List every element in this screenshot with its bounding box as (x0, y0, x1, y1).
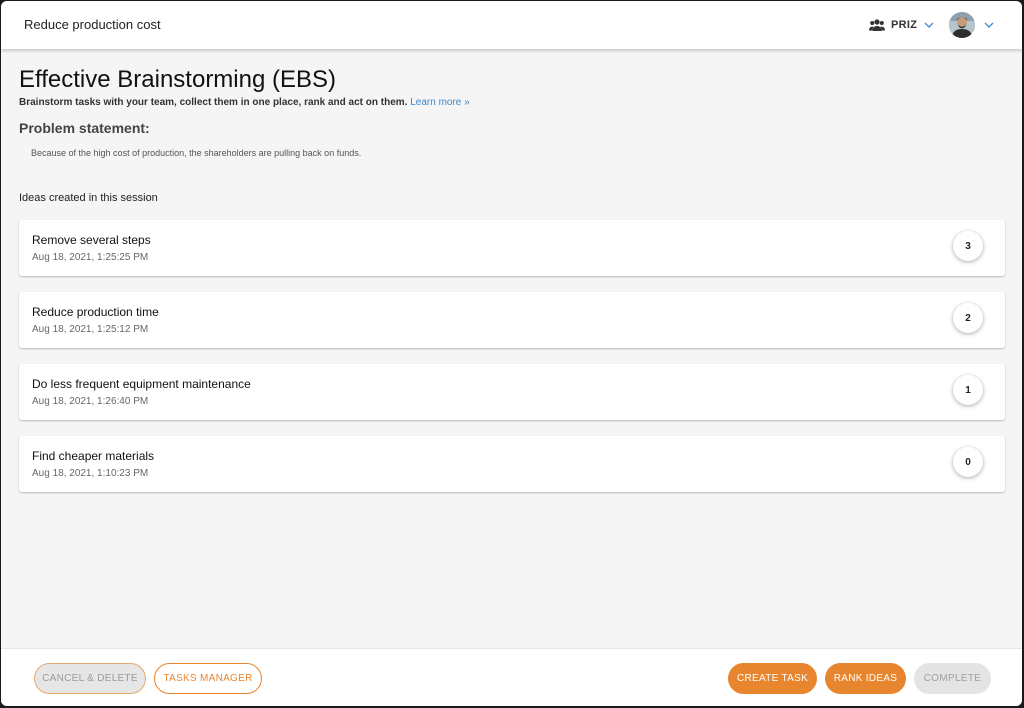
idea-rank-badge: 2 (953, 303, 983, 333)
idea-card[interactable]: Reduce production time Aug 18, 2021, 1:2… (19, 292, 1005, 348)
idea-card[interactable]: Do less frequent equipment maintenance A… (19, 364, 1005, 420)
idea-card[interactable]: Remove several steps Aug 18, 2021, 1:25:… (19, 220, 1005, 276)
ideas-list: Remove several steps Aug 18, 2021, 1:25:… (19, 220, 1005, 508)
complete-button[interactable]: COMPLETE (914, 663, 991, 694)
idea-card[interactable]: Find cheaper materials Aug 18, 2021, 1:1… (19, 436, 1005, 492)
page-subtitle: Brainstorm tasks with your team, collect… (19, 97, 1004, 108)
problem-statement-heading: Problem statement: (19, 120, 150, 136)
idea-title: Remove several steps (32, 233, 151, 247)
problem-statement-text: Because of the high cost of production, … (31, 148, 362, 158)
rank-ideas-button[interactable]: RANK IDEAS (825, 663, 906, 694)
idea-date: Aug 18, 2021, 1:26:40 PM (32, 396, 149, 407)
people-icon (869, 19, 885, 31)
ideas-heading: Ideas created in this session (19, 192, 158, 204)
page-header: Effective Brainstorming (EBS) Brainstorm… (19, 65, 1004, 204)
chevron-down-icon (924, 22, 934, 28)
idea-title: Do less frequent equipment maintenance (32, 377, 251, 391)
cancel-delete-button[interactable]: CANCEL & DELETE (34, 663, 146, 694)
subtitle-text: Brainstorm tasks with your team, collect… (19, 97, 408, 108)
idea-rank-badge: 0 (953, 447, 983, 477)
idea-date: Aug 18, 2021, 1:10:23 PM (32, 468, 149, 479)
idea-title: Find cheaper materials (32, 449, 155, 463)
top-bar: Reduce production cost PRIZ (1, 1, 1022, 49)
tasks-manager-button[interactable]: TASKS MANAGER (154, 663, 262, 694)
team-label: PRIZ (891, 19, 918, 31)
learn-more-link[interactable]: Learn more » (410, 97, 469, 108)
app-title: Reduce production cost (24, 17, 161, 32)
idea-date: Aug 18, 2021, 1:25:12 PM (32, 324, 149, 335)
app-window: Reduce production cost PRIZ Effective Br… (1, 1, 1022, 706)
idea-title: Reduce production time (32, 305, 159, 319)
idea-rank-badge: 3 (953, 231, 983, 261)
create-task-button[interactable]: CREATE TASK (728, 663, 817, 694)
user-menu[interactable] (949, 12, 995, 38)
action-bar: CANCEL & DELETE TASKS MANAGER CREATE TAS… (1, 648, 1022, 706)
chevron-down-icon (984, 22, 994, 28)
idea-rank-badge: 1 (953, 375, 983, 405)
page-title: Effective Brainstorming (EBS) (19, 66, 337, 93)
avatar (949, 12, 975, 38)
team-selector[interactable]: PRIZ (869, 15, 935, 35)
idea-date: Aug 18, 2021, 1:25:25 PM (32, 252, 149, 263)
